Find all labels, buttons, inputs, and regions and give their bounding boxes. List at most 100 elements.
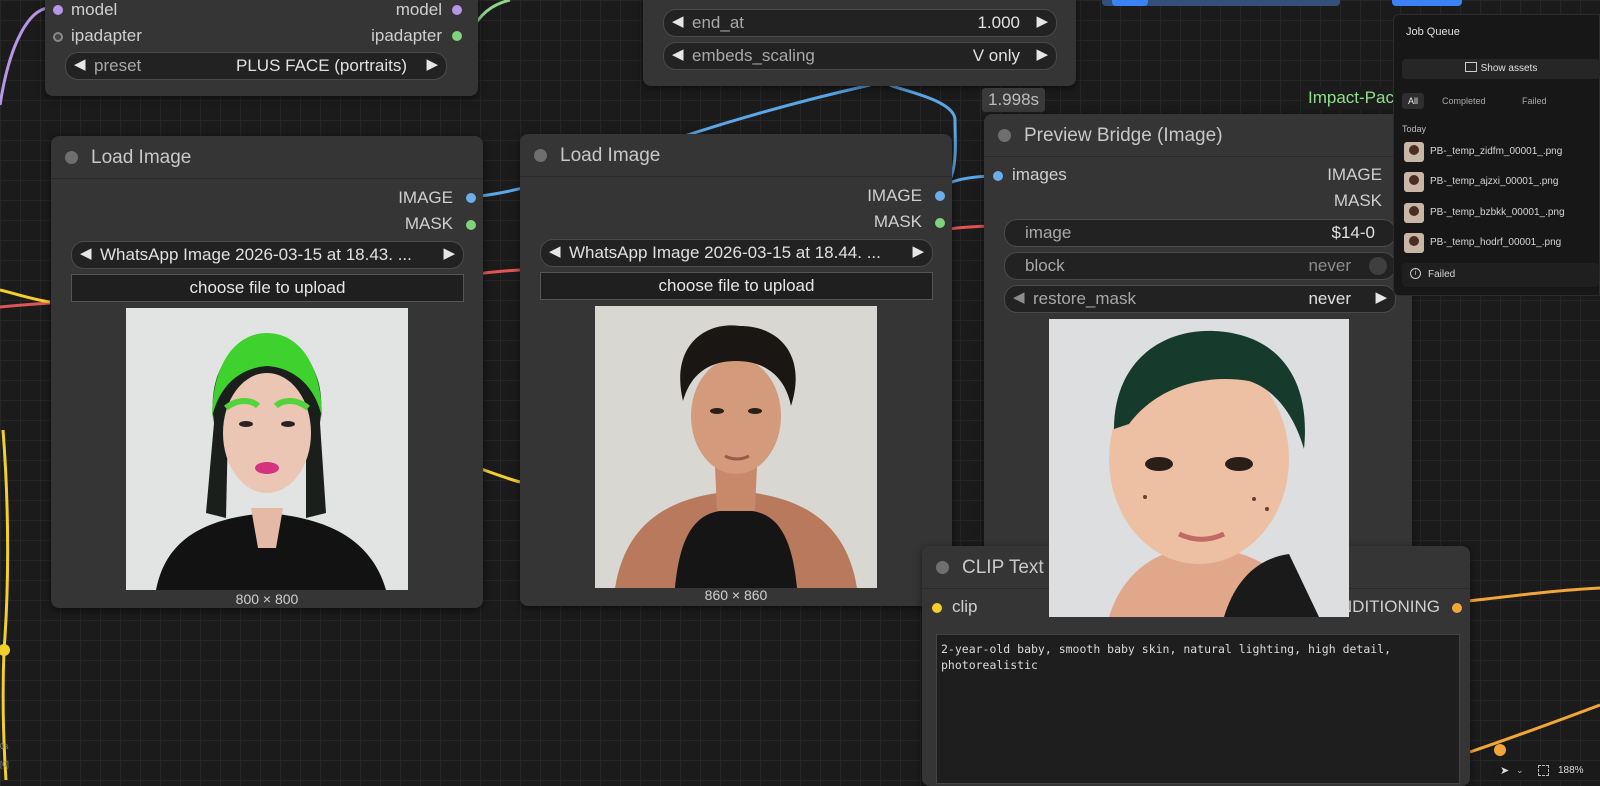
chevron-right-icon[interactable]: ▶	[426, 55, 438, 73]
queue-item[interactable]: PB-_temp_ajzxi_00001_.png	[1404, 170, 1599, 194]
chevron-left-icon[interactable]: ◀	[74, 55, 86, 73]
wire-clip-top	[0, 288, 51, 304]
embeds-settings-node[interactable]: ◀ end_at 1.000 ▶ ◀ embeds_scaling V only…	[643, 0, 1076, 86]
image-dimensions: 860 × 860	[704, 587, 768, 603]
mask-output-socket[interactable]	[466, 220, 476, 230]
input-label-images: images	[1012, 165, 1067, 184]
upload-button[interactable]: choose file to upload	[540, 272, 933, 300]
zoom-level[interactable]: 188%	[1558, 765, 1584, 776]
image-output-socket[interactable]	[466, 193, 476, 203]
image-ref-field[interactable]: image $14-0	[1004, 219, 1396, 247]
chevron-right-icon[interactable]: ▶	[1036, 45, 1048, 63]
output-label-image: IMAGE	[1327, 165, 1382, 184]
wire-model	[0, 6, 49, 106]
model-input-socket[interactable]	[53, 5, 63, 15]
chevron-left-icon[interactable]: ◀	[1013, 288, 1025, 306]
queue-item-name: PB-_temp_zidfm_00001_.png	[1430, 146, 1563, 157]
output-label-image: IMAGE	[867, 186, 922, 205]
queue-item[interactable]: PB-_temp_zidfm_00001_.png	[1404, 140, 1599, 164]
tab-failed[interactable]: Failed	[1522, 96, 1547, 106]
cursor-icon[interactable]: ➤	[1500, 764, 1509, 777]
node-title: CLIP Text	[962, 557, 1044, 578]
queue-item[interactable]: PB-_temp_hodrf_00001_.png	[1404, 231, 1599, 255]
image-file-select[interactable]: ◀ WhatsApp Image 2026-03-15 at 18.43. ..…	[71, 241, 464, 269]
fit-view-icon[interactable]	[1538, 765, 1549, 776]
chevron-right-icon[interactable]: ▶	[1036, 12, 1048, 30]
chevron-right-icon[interactable]: ▶	[912, 242, 924, 260]
image-output-socket[interactable]	[935, 191, 945, 201]
reroute-dot-left	[0, 644, 10, 656]
prompt-textarea[interactable]: 2-year-old baby, smooth baby skin, natur…	[936, 634, 1460, 784]
edge-label: [0]	[0, 760, 9, 769]
chevron-left-icon[interactable]: ◀	[549, 242, 561, 260]
tab-all[interactable]: All	[1402, 93, 1425, 109]
ipadapter-output-socket[interactable]	[452, 31, 462, 41]
upload-button[interactable]: choose file to upload	[71, 274, 464, 302]
images-input-socket[interactable]	[993, 171, 1003, 181]
output-label-mask: MASK	[1333, 191, 1382, 210]
end-at-slider[interactable]: ◀ end_at 1.000 ▶	[663, 9, 1057, 37]
edge-label: 0s	[0, 742, 9, 751]
queue-item-name: PB-_temp_hodrf_00001_.png	[1430, 237, 1562, 248]
toggle-knob-icon[interactable]	[1369, 257, 1387, 275]
output-label-model: model	[395, 0, 442, 19]
load-image-node-1[interactable]: Load Image IMAGE MASK ◀ WhatsApp Image 2…	[51, 136, 483, 608]
tab-completed[interactable]: Completed	[1442, 96, 1486, 106]
input-label-clip: clip	[952, 597, 978, 616]
chevron-right-icon[interactable]: ▶	[443, 244, 455, 262]
chevron-left-icon[interactable]: ◀	[672, 45, 684, 63]
input-label-model: model	[71, 0, 118, 19]
preset-select[interactable]: ◀ preset PLUS FACE (portraits) ▶	[65, 52, 447, 80]
thumbnail-icon	[1404, 203, 1424, 223]
restore-mask-select[interactable]: ◀ restore_mask never ▶	[1004, 285, 1396, 313]
queue-item[interactable]: PB-_temp_bzbkk_00001_.png	[1404, 201, 1599, 225]
end-at-label: end_at	[692, 13, 744, 32]
collapse-dot-icon[interactable]	[65, 151, 78, 164]
preset-label: preset	[94, 56, 142, 75]
image-file-value: WhatsApp Image 2026-03-15 at 18.44. ...	[569, 243, 881, 262]
job-queue-panel: Job Queue Show assets All Completed Fail…	[1393, 14, 1600, 296]
image-ref-label: image	[1025, 223, 1072, 242]
chevron-left-icon[interactable]: ◀	[80, 244, 92, 262]
node-header[interactable]: Preview Bridge (Image)	[984, 114, 1412, 157]
node-header[interactable]: Load Image	[51, 136, 483, 179]
collapse-dot-icon[interactable]	[534, 149, 547, 162]
failed-item[interactable]: i Failed	[1402, 263, 1599, 287]
conditioning-output-socket[interactable]	[1452, 603, 1462, 613]
section-today: Today	[1402, 124, 1427, 134]
image-icon	[1464, 62, 1477, 72]
block-toggle[interactable]: block never	[1004, 252, 1396, 280]
restore-mask-label: restore_mask	[1033, 289, 1136, 308]
collapse-dot-icon[interactable]	[998, 129, 1011, 142]
model-output-socket[interactable]	[452, 5, 462, 15]
end-at-value: 1.000	[977, 13, 1020, 32]
chevron-left-icon[interactable]: ◀	[672, 12, 684, 30]
node-title: Load Image	[91, 147, 192, 168]
image-ref-value: $14-0	[1331, 223, 1375, 242]
canvas-toolbar: ➤ ⌄ 188%	[1492, 762, 1600, 780]
chevron-down-icon[interactable]: ⌄	[1516, 765, 1524, 776]
reroute-dot	[1494, 744, 1506, 756]
chevron-right-icon[interactable]: ▶	[1375, 288, 1387, 306]
embeds-scaling-value: V only	[972, 46, 1020, 65]
image-preview	[126, 308, 408, 590]
ipadapter-node[interactable]: model ipadapter model ipadapter ◀ preset…	[45, 0, 478, 96]
block-value: never	[1308, 256, 1351, 275]
image-file-select[interactable]: ◀ WhatsApp Image 2026-03-15 at 18.44. ..…	[540, 239, 933, 267]
wire-clip-left	[1, 429, 10, 780]
load-image-node-2[interactable]: Load Image IMAGE MASK ◀ WhatsApp Image 2…	[520, 134, 952, 606]
output-label-image: IMAGE	[398, 188, 453, 207]
node-header[interactable]: Load Image	[520, 134, 952, 177]
image-preview	[595, 306, 877, 588]
toolbar-stripe-3	[1392, 0, 1462, 6]
node-title: Load Image	[560, 145, 661, 166]
clip-input-socket[interactable]	[932, 603, 942, 613]
collapse-dot-icon[interactable]	[936, 561, 949, 574]
embeds-scaling-select[interactable]: ◀ embeds_scaling V only ▶	[663, 42, 1057, 70]
thumbnail-icon	[1404, 233, 1424, 253]
preview-output-image	[1049, 319, 1349, 617]
show-assets-button[interactable]: Show assets	[1402, 59, 1600, 79]
mask-output-socket[interactable]	[935, 218, 945, 228]
execution-time-badge: 1.998s	[982, 88, 1046, 112]
ipadapter-input-socket[interactable]	[53, 32, 63, 42]
